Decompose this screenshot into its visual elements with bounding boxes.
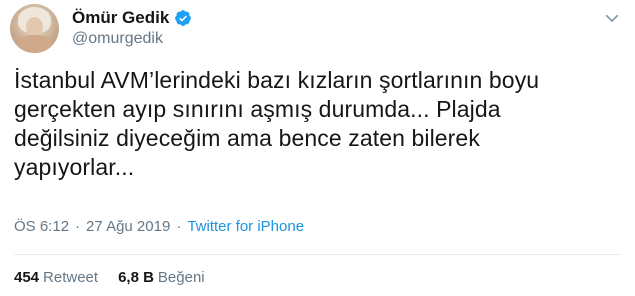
avatar-body — [16, 35, 53, 53]
tweet-source-link[interactable]: Twitter for iPhone — [187, 218, 304, 235]
tweet-text-line: İstanbul AVM’lerindeki bazı kızların şor… — [14, 67, 540, 93]
avatar[interactable] — [10, 4, 59, 53]
tweet-text-line: yapıyorlar... — [14, 154, 135, 180]
tweet-card: Ömür Gedik @omurgedik İstanbul AVM’lerin… — [0, 0, 635, 296]
tweet-text: İstanbul AVM’lerindeki bazı kızların şor… — [14, 66, 614, 182]
retweets-stat[interactable]: 454 Retweet — [14, 269, 98, 286]
author-handle[interactable]: @omurgedik — [72, 30, 163, 48]
tweet-stats: 454 Retweet 6,8 B Beğeni — [14, 269, 205, 286]
tweet-text-line: değilsiniz diyeceğim ama bence zaten bil… — [14, 125, 480, 151]
tweet-meta: ÖS 6:12 · 27 Ağu 2019 · Twitter for iPho… — [14, 218, 304, 235]
author-name-row[interactable]: Ömür Gedik — [72, 7, 192, 29]
divider — [14, 254, 621, 255]
likes-stat[interactable]: 6,8 B Beğeni — [118, 269, 205, 286]
tweet-text-line: gerçekten ayıp sınırını aşmış durumda...… — [14, 96, 501, 122]
tweet-date[interactable]: 27 Ağu 2019 — [86, 218, 170, 235]
chevron-down-icon[interactable] — [603, 9, 621, 27]
tweet-time[interactable]: ÖS 6:12 — [14, 218, 69, 235]
avatar-face — [26, 17, 43, 37]
retweets-label: Retweet — [43, 269, 99, 286]
meta-separator: · — [75, 218, 81, 235]
likes-label: Beğeni — [157, 269, 205, 286]
meta-separator: · — [176, 218, 182, 235]
author-name[interactable]: Ömür Gedik — [72, 8, 169, 28]
verified-badge-icon — [175, 10, 192, 26]
retweets-count: 454 — [14, 269, 40, 286]
likes-count: 6,8 B — [118, 269, 154, 286]
